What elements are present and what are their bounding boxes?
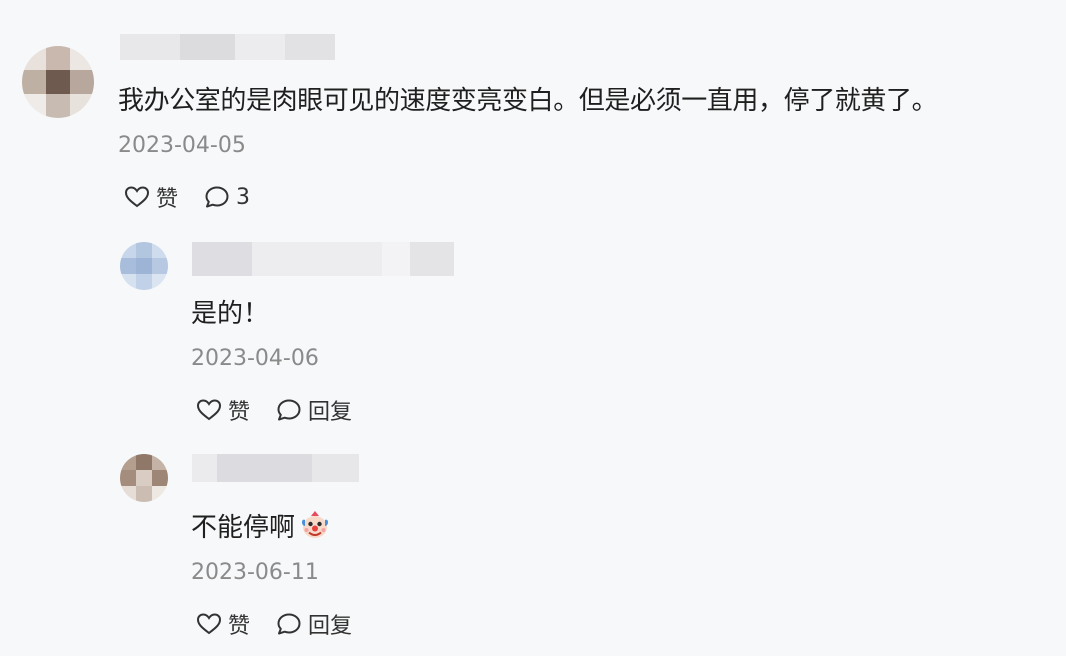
like-label: 赞 (228, 614, 251, 639)
reply-actions: 赞 回复 (196, 394, 352, 426)
clown-face-icon (302, 511, 329, 538)
comment-text: 我办公室的是肉眼可见的速度变亮变白。但是必须一直用，停了就黄了。 (118, 86, 938, 116)
comment-date: 2023-04-05 (118, 133, 246, 158)
comment-actions: 赞 3 (124, 181, 250, 213)
heart-icon (196, 613, 222, 635)
comment-bubble-icon (277, 399, 301, 421)
reply-button[interactable]: 回复 (276, 608, 352, 640)
like-button[interactable]: 赞 (196, 608, 250, 640)
reply-text: 是的！ (191, 299, 270, 329)
heart-icon (124, 186, 150, 208)
reply-label: 回复 (308, 614, 353, 639)
reply-count: 3 (236, 184, 251, 210)
reply-label: 回复 (308, 400, 353, 425)
avatar[interactable] (120, 242, 168, 290)
like-label: 赞 (228, 400, 251, 425)
comment-bubble-icon (277, 613, 301, 635)
like-button[interactable]: 赞 (124, 181, 178, 213)
like-label: 赞 (156, 187, 179, 212)
reply-count-button[interactable]: 3 (204, 185, 250, 210)
comment: 我办公室的是肉眼可见的速度变亮变白。但是必须一直用，停了就黄了。 2023-04… (0, 0, 1066, 230)
reply-text: 不能停啊 (191, 507, 331, 544)
reply: 是的！ 2023-04-06 赞 回复 (0, 230, 1066, 440)
username[interactable] (120, 34, 335, 60)
reply-date: 2023-04-06 (191, 346, 319, 371)
comment-bubble-icon (205, 186, 229, 208)
reply: 不能停啊 2023-06-11 赞 回复 (0, 440, 1066, 656)
heart-icon (196, 399, 222, 421)
reply-actions: 赞 回复 (196, 608, 352, 640)
avatar[interactable] (22, 46, 94, 118)
avatar[interactable] (120, 454, 168, 502)
reply-button[interactable]: 回复 (276, 394, 352, 426)
reply-text-content: 不能停啊 (191, 513, 296, 543)
reply-date: 2023-06-11 (191, 560, 319, 585)
username[interactable] (192, 454, 359, 482)
username[interactable] (192, 242, 454, 276)
like-button[interactable]: 赞 (196, 394, 250, 426)
